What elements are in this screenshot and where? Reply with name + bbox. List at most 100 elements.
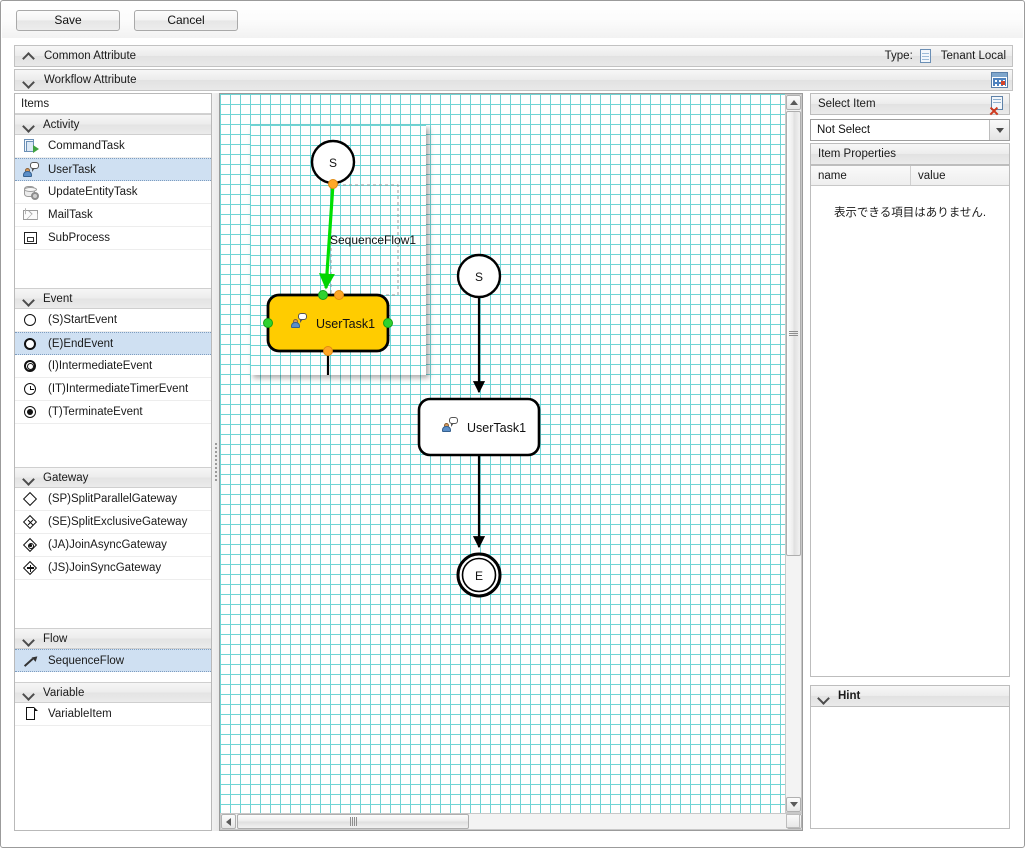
item-splitparallelgateway[interactable]: (SP)SplitParallelGateway <box>15 488 211 511</box>
item-label: SequenceFlow <box>48 654 125 667</box>
node-start-event-label: S <box>475 270 483 284</box>
item-joinsyncgateway[interactable]: (JS)JoinSyncGateway <box>15 557 211 580</box>
group-label-variable: Variable <box>43 686 85 699</box>
anchor-task-top-orange <box>334 290 344 300</box>
chevron-down-icon[interactable] <box>989 120 1009 140</box>
chevron-down-icon <box>23 293 34 304</box>
group-body-variable: VariableItem <box>15 703 211 726</box>
circle-filled-dot-icon <box>23 404 39 420</box>
column-header-name: name <box>811 166 911 185</box>
chevron-down-icon <box>23 119 34 130</box>
item-updateentitytask[interactable]: UpdateEntityTask <box>15 181 211 204</box>
group-spacer <box>15 580 211 628</box>
item-intermediatetimerevent[interactable]: (IT)IntermediateTimerEvent <box>15 378 211 401</box>
item-subprocess[interactable]: SubProcess <box>15 227 211 250</box>
node-user-task-label: UserTask1 <box>467 421 526 435</box>
vertical-scroll-thumb[interactable] <box>786 111 801 556</box>
item-variableitem[interactable]: VariableItem <box>15 703 211 726</box>
item-properties-header: Item Properties <box>810 143 1010 165</box>
scrollbar-corner <box>786 814 800 828</box>
chevron-down-icon <box>23 633 34 644</box>
select-item-value: Not Select <box>817 124 871 136</box>
diamond-circle-icon <box>22 537 39 553</box>
user-speech-icon <box>291 313 307 329</box>
anchor-task-left-green <box>263 318 273 328</box>
accordion-workflow-attribute[interactable]: Workflow Attribute <box>14 69 1013 91</box>
horizontal-scroll-thumb[interactable] <box>237 814 469 829</box>
item-label: UpdateEntityTask <box>48 186 138 198</box>
item-usertask[interactable]: UserTask <box>15 158 211 181</box>
group-header-activity[interactable]: Activity <box>15 114 211 135</box>
group-body-event: (S)StartEvent (E)EndEvent (I)Intermediat… <box>15 309 211 467</box>
group-header-flow[interactable]: Flow <box>15 628 211 649</box>
item-endevent[interactable]: (E)EndEvent <box>15 332 211 355</box>
type-value: Tenant Local <box>940 50 1006 62</box>
calendar-grid-icon[interactable] <box>991 72 1008 88</box>
canvas-horizontal-scrollbar[interactable] <box>220 813 802 830</box>
item-label: MailTask <box>48 209 93 221</box>
item-sequenceflow[interactable]: SequenceFlow <box>15 649 211 672</box>
group-header-gateway[interactable]: Gateway <box>15 467 211 488</box>
select-item-header: Select Item <box>810 93 1010 116</box>
scroll-left-button[interactable] <box>221 814 236 829</box>
document-icon <box>919 48 935 64</box>
group-header-variable[interactable]: Variable <box>15 682 211 703</box>
anchor-task-top-green <box>318 290 328 300</box>
item-mailtask[interactable]: MailTask <box>15 204 211 227</box>
accordion-common-attribute[interactable]: Common Attribute Type: Tenant Local <box>14 45 1013 67</box>
item-splitexclusivegateway[interactable]: (SE)SplitExclusiveGateway <box>15 511 211 534</box>
select-item-dropdown[interactable]: Not Select <box>810 119 1010 141</box>
chevron-down-icon <box>23 687 34 698</box>
item-properties-table: name value 表示できる項目はありません. <box>810 165 1010 677</box>
anchor-task-right-green <box>383 318 393 328</box>
chevron-up-icon <box>23 51 34 62</box>
preview-user-task-label: UserTask1 <box>316 317 375 331</box>
preview-start-event-label: S <box>329 156 337 170</box>
group-label-gateway: Gateway <box>43 471 89 484</box>
chevron-left-icon <box>226 817 231 826</box>
workflow-editor-window: Save Cancel Common Attribute Type: Tenan… <box>0 0 1025 848</box>
item-label: (S)StartEvent <box>48 314 118 326</box>
document-delete-icon[interactable] <box>989 96 1005 116</box>
drag-preview-overlay[interactable]: S SequenceFlow1 UserTask1 <box>250 125 426 375</box>
canvas-vertical-scrollbar[interactable] <box>785 94 802 813</box>
item-commandtask[interactable]: CommandTask <box>15 135 211 158</box>
item-label: (IT)IntermediateTimerEvent <box>48 383 189 395</box>
scroll-down-button[interactable] <box>786 797 801 812</box>
chevron-down-icon <box>789 802 798 807</box>
item-joinasyncgateway[interactable]: (JA)JoinAsyncGateway <box>15 534 211 557</box>
group-body-flow: SequenceFlow <box>15 649 211 682</box>
user-speech-icon <box>442 417 458 433</box>
group-header-event[interactable]: Event <box>15 288 211 309</box>
scroll-up-button[interactable] <box>786 95 801 110</box>
table-empty-message: 表示できる項目はありません. <box>833 207 987 219</box>
item-intermediateevent[interactable]: (I)IntermediateEvent <box>15 355 211 378</box>
item-label: (E)EndEvent <box>48 337 114 350</box>
circle-thin-icon <box>23 312 39 328</box>
hint-body <box>810 707 1010 829</box>
scroll-thumb-grip-icon <box>349 817 357 826</box>
item-label: SubProcess <box>48 232 111 244</box>
document-arrow-icon <box>23 138 39 154</box>
item-label: UserTask <box>48 163 96 176</box>
item-label: (JA)JoinAsyncGateway <box>48 539 167 551</box>
splitter-grip-icon <box>215 443 217 481</box>
circle-thick-icon <box>23 336 39 352</box>
select-item-header-label: Select Item <box>818 98 876 110</box>
workflow-canvas[interactable]: S UserTask1 E S SequenceFlow1 UserTask1 <box>220 94 786 814</box>
save-button[interactable]: Save <box>16 9 120 31</box>
workflow-canvas-container: S UserTask1 E S SequenceFlow1 UserTask1 <box>219 93 803 831</box>
scroll-thumb-grip-icon <box>789 331 798 336</box>
hint-header[interactable]: Hint <box>810 685 1010 707</box>
node-end-event-label: E <box>475 569 483 583</box>
group-body-gateway: (SP)SplitParallelGateway (SE)SplitExclus… <box>15 488 211 628</box>
preview-sequence-flow-label: SequenceFlow1 <box>330 233 416 247</box>
item-terminateevent[interactable]: (T)TerminateEvent <box>15 401 211 424</box>
chevron-down-icon <box>23 472 34 483</box>
envelope-icon <box>23 207 39 223</box>
item-label: CommandTask <box>48 140 125 152</box>
group-label-activity: Activity <box>43 118 80 131</box>
item-startevent[interactable]: (S)StartEvent <box>15 309 211 332</box>
cancel-button[interactable]: Cancel <box>134 9 238 31</box>
column-header-value: value <box>918 169 946 182</box>
